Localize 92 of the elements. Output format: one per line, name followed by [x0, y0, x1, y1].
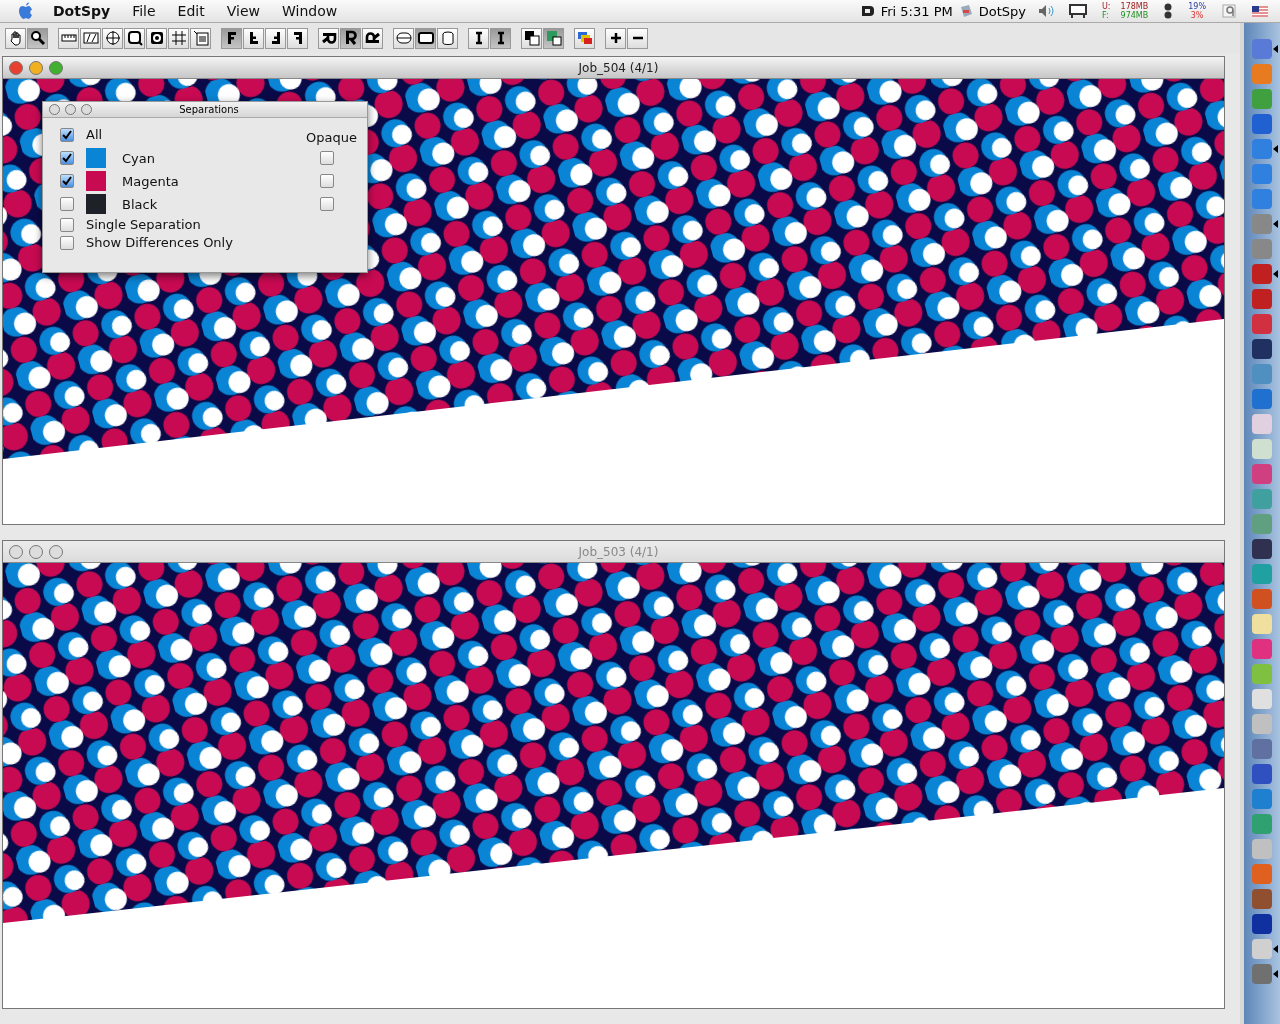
toolbar-button[interactable] — [124, 27, 145, 49]
toolbar-button[interactable] — [490, 27, 511, 49]
memory-free-value: 974MB — [1120, 11, 1149, 20]
search-icon — [29, 30, 46, 46]
minimize-button[interactable] — [65, 104, 76, 115]
menu-item[interactable]: Edit — [166, 3, 216, 19]
loupe-icon — [126, 30, 143, 46]
toolbar-button[interactable] — [468, 27, 489, 49]
toolbar-button[interactable] — [437, 27, 458, 49]
ink-name: Black — [122, 196, 159, 212]
toolbar-button[interactable] — [362, 27, 383, 49]
toolbar-button[interactable] — [287, 27, 308, 49]
cpu-user-value: 19% — [1188, 2, 1206, 11]
cylinder-icon — [439, 30, 456, 46]
opaque-checkbox[interactable] — [320, 197, 334, 211]
layers-icon — [523, 30, 540, 46]
checkbox[interactable] — [60, 151, 74, 165]
dot-loupe-icon — [148, 30, 165, 46]
flag-icon[interactable] — [1252, 5, 1268, 17]
close-button[interactable] — [49, 104, 60, 115]
checkbox[interactable] — [60, 235, 74, 250]
toolbar-button[interactable] — [543, 27, 564, 49]
menu-clock[interactable]: Fri 5:31 PM — [874, 3, 959, 19]
menu-item[interactable]: View — [215, 3, 271, 19]
ink-name: Cyan — [122, 150, 156, 166]
layers-icon — [545, 30, 562, 46]
ink-name: Magenta — [122, 173, 180, 189]
toolbar-button[interactable] — [318, 27, 339, 49]
memory-used-value: 178MB — [1120, 2, 1149, 11]
toolbar-button[interactable] — [80, 27, 101, 49]
checkbox[interactable] — [60, 217, 74, 232]
document-status-icon[interactable] — [860, 5, 875, 17]
checkbox-label: Show Differences Only — [86, 235, 234, 250]
toolbar-button[interactable] — [102, 27, 123, 49]
toolbar-button[interactable] — [340, 27, 361, 49]
toolbar-button[interactable] — [605, 27, 626, 49]
app-icon[interactable] — [1252, 539, 1272, 559]
palette-title: Separations — [178, 104, 240, 115]
minimize-button[interactable] — [29, 544, 43, 559]
close-button[interactable] — [9, 60, 23, 75]
toolbar-button[interactable] — [627, 27, 648, 49]
color-layers-icon — [576, 30, 593, 46]
opaque-checkbox[interactable] — [320, 151, 334, 165]
checkbox[interactable] — [60, 127, 74, 142]
app-icon[interactable] — [1252, 339, 1272, 359]
column-header: Opaque — [305, 129, 357, 145]
window-title: Job_503 (4/1) — [577, 544, 660, 559]
toolbar-button[interactable] — [58, 27, 79, 49]
script-menu-icon[interactable] — [1222, 4, 1236, 18]
zoom-button[interactable] — [49, 544, 63, 559]
toolbar-button[interactable] — [243, 27, 264, 49]
grid-icon — [170, 30, 187, 46]
opaque-checkbox[interactable] — [320, 174, 334, 188]
zoom-button[interactable] — [81, 104, 92, 115]
app-menu[interactable]: DotSpy — [42, 3, 122, 19]
toolbar-button[interactable] — [265, 27, 286, 49]
close-button[interactable] — [9, 544, 23, 559]
memory-used-label: U: — [1102, 2, 1111, 11]
toolbar-button[interactable] — [221, 27, 242, 49]
toolbar-button[interactable] — [521, 27, 542, 49]
frame-icon — [417, 30, 434, 46]
active-app-label[interactable]: DotSpy — [972, 3, 1032, 19]
minimize-button[interactable] — [29, 60, 43, 75]
toolbar-button[interactable] — [168, 27, 189, 49]
checkbox[interactable] — [60, 174, 74, 188]
measure-icon — [82, 30, 99, 46]
window-title: Job_504 (4/1) — [577, 60, 660, 75]
volume-icon[interactable] — [1038, 4, 1056, 18]
toolbar-button[interactable] — [27, 27, 48, 49]
app-icon[interactable] — [1252, 914, 1272, 934]
drum-icon — [395, 30, 412, 46]
checkbox[interactable] — [60, 197, 74, 211]
document-icon — [192, 30, 209, 46]
zoom-button[interactable] — [49, 60, 63, 75]
toolbar-button[interactable] — [393, 27, 414, 49]
memory-free-label: F: — [1102, 11, 1110, 20]
toolbar-button[interactable] — [5, 27, 26, 49]
checkbox-label: Single Separation — [86, 217, 202, 232]
orientation-icon — [364, 30, 381, 46]
menu-item[interactable]: Window — [270, 3, 349, 19]
app-icon[interactable] — [1252, 764, 1272, 784]
disk-activity-icon — [1164, 3, 1173, 19]
checkbox-label: All — [86, 127, 104, 142]
toolbar-button[interactable] — [415, 27, 436, 49]
app-status-icon[interactable] — [958, 4, 973, 18]
menu-item[interactable]: File — [121, 3, 167, 19]
crosshair-icon — [104, 30, 121, 46]
toolbar-button[interactable] — [146, 27, 167, 49]
cpu-system-value: 3% — [1189, 11, 1205, 20]
display-icon[interactable] — [1068, 3, 1088, 19]
orientation-icon — [320, 30, 337, 46]
apple-menu-icon[interactable] — [18, 2, 34, 20]
